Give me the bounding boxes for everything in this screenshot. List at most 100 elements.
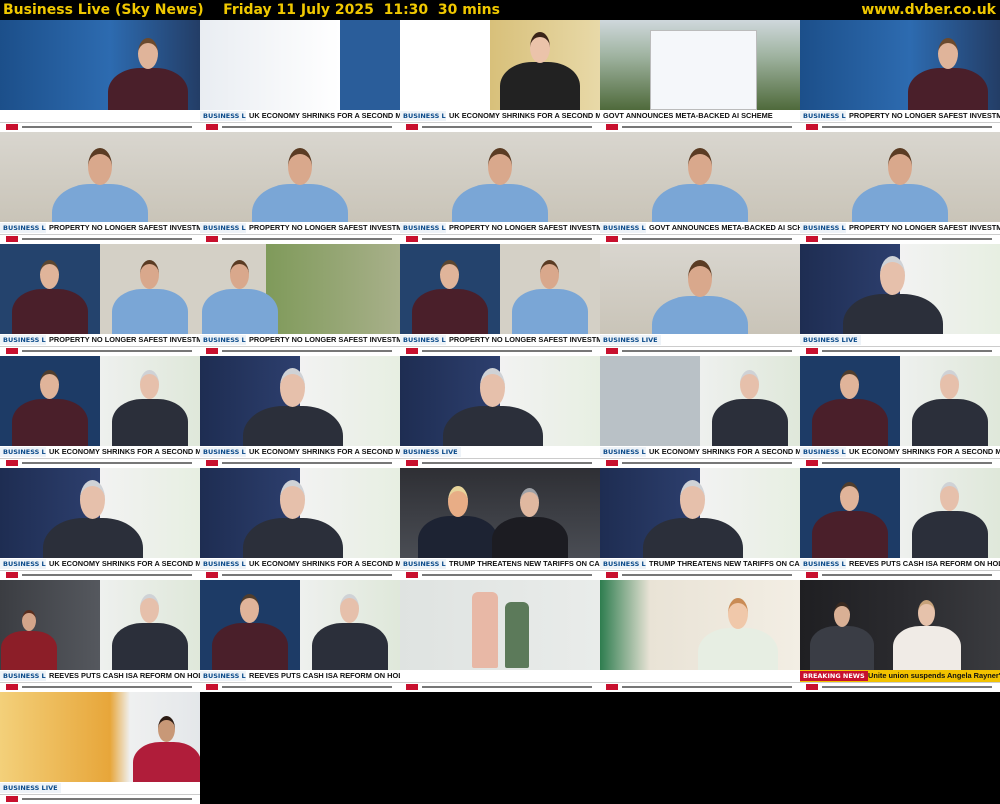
sky-news-logo-icon [6, 236, 18, 242]
news-ticker [200, 458, 400, 468]
headline-caption: UK ECONOMY SHRINKS FOR A SECOND MONTH [446, 110, 600, 122]
headline-caption: PROPERTY NO LONGER SAFEST INVESTMENT? [446, 334, 600, 346]
video-thumbnail[interactable]: BUSINESS LIVE UK ECONOMY SHRINKS FOR A SE… [800, 356, 1000, 468]
thumbnail-scene [400, 132, 600, 244]
lower-third: BUSINESS LIVE [400, 446, 600, 468]
sky-news-logo-icon [206, 236, 218, 242]
video-thumbnail[interactable]: BUSINESS LIVE UK ECONOMY SHRINKS FOR A SE… [200, 20, 400, 132]
video-thumbnail[interactable]: BUSINESS LIVE REEVES PUTS CASH ISA REFORM… [0, 580, 200, 692]
headline-caption: UK ECONOMY SHRINKS FOR A SECOND MONTH [646, 446, 800, 458]
sky-news-logo-icon [806, 124, 818, 130]
news-ticker [200, 682, 400, 692]
video-thumbnail[interactable]: BUSINESS LIVE UK ECONOMY SHRINKS FOR A SE… [600, 356, 800, 468]
video-thumbnail[interactable]: BUSINESS LIVE REEVES PUTS CASH ISA REFORM… [800, 468, 1000, 580]
ticker-text-line [22, 798, 192, 800]
headline-caption: REEVES PUTS CASH ISA REFORM ON HOLD [846, 558, 1000, 570]
news-ticker [400, 682, 600, 692]
headline-caption: UK ECONOMY SHRINKS FOR A SECOND MONTH [246, 446, 400, 458]
header-bar: Business Live (Sky News) Friday 11 July … [0, 0, 1000, 20]
video-thumbnail[interactable] [0, 20, 200, 132]
video-thumbnail[interactable]: BUSINESS LIVE TRUMP THREATENS NEW TARIFFS… [400, 468, 600, 580]
thumbnail-scene [0, 468, 200, 580]
video-thumbnail[interactable]: BUSINESS LIVE UK ECONOMY SHRINKS FOR A SE… [0, 356, 200, 468]
news-ticker [400, 234, 600, 244]
ticker-text-line [822, 238, 992, 240]
video-thumbnail[interactable]: BUSINESS LIVE UK ECONOMY SHRINKS FOR A SE… [200, 468, 400, 580]
video-thumbnail[interactable]: BUSINESS LIVE UK ECONOMY SHRINKS FOR A SE… [400, 20, 600, 132]
video-thumbnail[interactable]: BUSINESS LIVE [800, 244, 1000, 356]
thumbnail-scene [0, 132, 200, 244]
headline-caption: PROPERTY NO LONGER SAFEST INVESTMENT? [446, 222, 600, 234]
lower-third [600, 670, 800, 692]
ticker-text-line [22, 462, 192, 464]
ticker-text-line [622, 574, 792, 576]
video-thumbnail[interactable]: BUSINESS LIVE [0, 692, 200, 804]
ticker-text-line [622, 238, 792, 240]
video-thumbnail[interactable]: BUSINESS LIVE PROPERTY NO LONGER SAFEST I… [0, 244, 200, 356]
news-ticker [600, 234, 800, 244]
thumbnail-scene [0, 356, 200, 456]
video-thumbnail[interactable]: BUSINESS LIVE UK ECONOMY SHRINKS FOR A SE… [0, 468, 200, 580]
video-thumbnail[interactable]: GOVT ANNOUNCES META-BACKED AI SCHEME [600, 20, 800, 132]
ticker-text-line [822, 350, 992, 352]
video-thumbnail[interactable]: BUSINESS LIVE PROPERTY NO LONGER SAFEST I… [400, 244, 600, 356]
video-thumbnail[interactable]: BUSINESS LIVE PROPERTY NO LONGER SAFEST I… [200, 244, 400, 356]
news-ticker [600, 122, 800, 132]
show-label: BUSINESS LIVE [400, 447, 461, 457]
ticker-text-line [22, 126, 192, 128]
thumbnail-scene [600, 244, 800, 356]
video-thumbnail[interactable] [600, 580, 800, 692]
programme-title: Business Live (Sky News) Friday 11 July … [3, 2, 500, 18]
news-ticker [600, 346, 800, 356]
video-thumbnail[interactable]: BUSINESS LIVE PROPERTY NO LONGER SAFEST I… [200, 132, 400, 244]
news-ticker [0, 682, 200, 692]
lower-third: Unite union suspends Angela Rayner's mem… [800, 670, 1000, 692]
ticker-text-line [22, 350, 192, 352]
headline-caption: GOVT ANNOUNCES META-BACKED AI SCHEME [646, 222, 800, 234]
news-ticker [200, 346, 400, 356]
sky-news-logo-icon [406, 572, 418, 578]
show-label: BREAKING NEWS [800, 671, 868, 681]
thumbnail-scene [400, 356, 600, 468]
headline-caption: PROPERTY NO LONGER SAFEST INVESTMENT? [246, 334, 400, 346]
video-thumbnail[interactable]: BUSINESS LIVE TRUMP THREATENS NEW TARIFFS… [600, 468, 800, 580]
ticker-text-line [222, 686, 392, 688]
lower-third: BUSINESS LIVE TRUMP THREATENS NEW TARIFFS… [600, 558, 800, 580]
sky-news-logo-icon [606, 460, 618, 466]
thumbnail-scene [800, 20, 1000, 128]
news-ticker [600, 458, 800, 468]
sky-news-logo-icon [406, 684, 418, 690]
video-thumbnail[interactable]: BUSINESS LIVE PROPERTY NO LONGER SAFEST I… [800, 132, 1000, 244]
show-label: BUSINESS LIVE [0, 783, 61, 793]
news-ticker [800, 122, 1000, 132]
news-ticker [0, 122, 200, 132]
ticker-text-line [422, 126, 592, 128]
video-thumbnail[interactable]: BUSINESS LIVE PROPERTY NO LONGER SAFEST I… [800, 20, 1000, 132]
site-link[interactable]: www.dvber.co.uk [861, 0, 996, 20]
sky-news-logo-icon [6, 684, 18, 690]
ticker-text-line [822, 126, 992, 128]
video-thumbnail[interactable]: BUSINESS LIVE [600, 244, 800, 356]
lower-third: BUSINESS LIVE REEVES PUTS CASH ISA REFORM… [800, 558, 1000, 580]
sky-news-logo-icon [606, 124, 618, 130]
lower-third: BUSINESS LIVE UK ECONOMY SHRINKS FOR A SE… [800, 446, 1000, 468]
ticker-text-line [622, 686, 792, 688]
news-ticker [0, 570, 200, 580]
video-thumbnail[interactable]: BUSINESS LIVE GOVT ANNOUNCES META-BACKED … [600, 132, 800, 244]
thumbnail-scene [800, 468, 1000, 568]
sky-news-logo-icon [406, 124, 418, 130]
ticker-text-line [22, 238, 192, 240]
ticker-text-line [422, 574, 592, 576]
ticker-text-line [622, 126, 792, 128]
video-thumbnail[interactable]: BUSINESS LIVE UK ECONOMY SHRINKS FOR A SE… [200, 356, 400, 468]
video-thumbnail[interactable]: Unite union suspends Angela Rayner's mem… [800, 580, 1000, 692]
ticker-text-line [422, 238, 592, 240]
ticker-text-line [422, 350, 592, 352]
sky-news-logo-icon [206, 348, 218, 354]
video-thumbnail[interactable]: BUSINESS LIVE REEVES PUTS CASH ISA REFORM… [200, 580, 400, 692]
ticker-text-line [622, 462, 792, 464]
video-thumbnail[interactable] [400, 580, 600, 692]
video-thumbnail[interactable]: BUSINESS LIVE [400, 356, 600, 468]
video-thumbnail[interactable]: BUSINESS LIVE PROPERTY NO LONGER SAFEST I… [400, 132, 600, 244]
video-thumbnail[interactable]: BUSINESS LIVE PROPERTY NO LONGER SAFEST I… [0, 132, 200, 244]
